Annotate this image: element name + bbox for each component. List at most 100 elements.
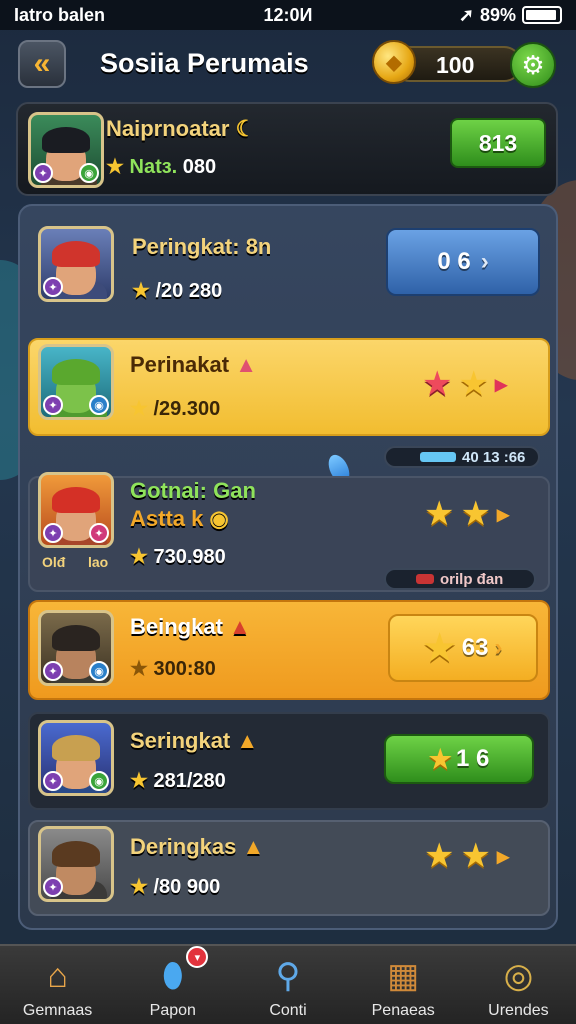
row-action-button[interactable]: 0 6 › — [386, 228, 540, 296]
battery-percent: 89% — [479, 4, 516, 25]
star-icon: ★ — [130, 546, 148, 568]
coin-icon: ◆ — [372, 40, 416, 84]
avatar: ✦ ◉ — [38, 610, 114, 686]
chevron-right-icon: › — [480, 248, 489, 275]
row-name: Deringkas ▲ — [130, 834, 264, 860]
element-badge-icon: ✦ — [89, 523, 109, 543]
row-score: ★ /20 280 — [132, 278, 222, 303]
status-indicators: ➚ 89% — [459, 5, 562, 26]
flame-icon: ▲ — [235, 352, 257, 377]
row-name-text: Beingkat — [130, 614, 223, 639]
star-icon: ★ — [460, 837, 491, 875]
class-badge-icon: ✦ — [43, 523, 63, 543]
star-icon: ★ — [460, 495, 491, 533]
location-icon: ➚ — [458, 4, 474, 25]
coin-value: 100 — [436, 52, 475, 78]
star-icon: ★ — [130, 398, 148, 420]
star-icon: ★ — [130, 658, 148, 680]
avatar: ✦ ◉ — [38, 344, 114, 420]
chevron-left-icon: « — [33, 47, 51, 80]
nav-item-conti[interactable]: ⚲ Conti — [230, 946, 345, 1024]
chevron-right-icon: ▸ — [494, 370, 508, 398]
chevron-coin-icon: ◎ — [503, 957, 534, 995]
nav-item-papon[interactable]: ⬮ ▾ Papon — [115, 946, 230, 1024]
progress-pill: 40 13 :66 — [384, 446, 540, 468]
class-badge-icon: ✦ — [33, 163, 53, 183]
row-score: ★ /29.300 — [130, 396, 220, 421]
class-badge-icon: ✦ — [43, 877, 63, 897]
progress-label: orilp đan — [440, 570, 504, 588]
row-score: ★ 300:80 — [130, 656, 216, 681]
row-action-button[interactable]: ★ 63 › — [388, 614, 538, 682]
player-name: Naiprnoatar ☾ — [106, 116, 255, 142]
star-icon: ★ — [130, 876, 148, 898]
row-score-value: 300:80 — [153, 658, 216, 680]
nav-label: Penaeas — [371, 1002, 435, 1019]
player-name-text: Naiprnoatar — [106, 116, 230, 141]
page-title: Sosiia Perumais — [100, 48, 309, 78]
avatar-tag-left: Olđ — [42, 554, 66, 570]
nav-item-penaeas[interactable]: ▦ Penaeas — [346, 946, 461, 1024]
player-stat-value: 080 — [182, 156, 217, 178]
header: « Sosiia Perumais ◆ 100 ⚙ — [0, 36, 576, 96]
flame-icon: ▲ — [229, 614, 251, 639]
player-score-button[interactable]: 813 — [450, 118, 546, 168]
progress-fill — [416, 574, 434, 584]
chevron-right-icon: › — [494, 634, 503, 661]
row-name: Peringkat: 8n — [132, 234, 272, 259]
row-action-button[interactable]: ★ 1 6 — [384, 734, 534, 784]
row-action-label: 0 6 — [437, 248, 471, 275]
bottom-nav: ⌂ Gemnaas ⬮ ▾ Papon ⚲ Conti ▦ Penaeas ◎ … — [0, 944, 576, 1024]
magnifier-icon: ⚲ — [275, 957, 301, 995]
row-name: Gotnai: Gan — [130, 478, 256, 503]
row-score-value: /20 280 — [155, 280, 223, 302]
progress-label: 40 13 :66 — [462, 448, 526, 466]
battery-icon — [522, 6, 562, 24]
row-action-label: 63 — [461, 634, 489, 661]
row-stars: ★ ★ ▸ — [424, 494, 509, 534]
avatar: ✦ — [38, 226, 114, 302]
back-button[interactable]: « — [18, 40, 66, 88]
row-subname: Astta k ◉ — [130, 506, 229, 532]
class-badge-icon: ✦ — [43, 771, 63, 791]
player-card[interactable]: ✦ ◉ Naiprnoatar ☾ ★ Natз. 080 813 — [16, 102, 558, 196]
nav-label: Gemnaas — [22, 1002, 93, 1019]
coin-icon: ◉ — [209, 506, 229, 531]
leaderboard-list[interactable]: ✦ Peringkat: 8n ★ /20 280 0 6 › ✦ ◉ Peri… — [18, 204, 558, 930]
row-stars: ★ ★ ▸ — [422, 364, 507, 404]
row-stars: ★ ★ ▸ — [424, 836, 509, 876]
row-score-value: 730.980 — [153, 546, 226, 568]
nav-item-urendes[interactable]: ◎ Urendes — [461, 946, 576, 1024]
row-name: Beingkat ▲ — [130, 614, 251, 640]
nav-label: Urendes — [488, 1002, 549, 1019]
star-icon: ★ — [423, 627, 456, 668]
player-stat-label: Natз. — [129, 156, 178, 178]
element-badge-icon: ◉ — [89, 395, 109, 415]
star-icon: ★ — [130, 770, 148, 792]
settings-button[interactable]: ⚙ — [510, 42, 556, 88]
star-icon: ★ — [428, 743, 452, 774]
flame-icon: ▲ — [236, 728, 259, 753]
player-stat: ★ Natз. 080 — [106, 154, 216, 179]
row-name: Seringkat ▲ — [130, 728, 258, 754]
nav-item-home[interactable]: ⌂ Gemnaas — [0, 946, 115, 1024]
star-icon: ★ — [424, 495, 455, 533]
class-badge-icon: ✦ — [43, 395, 63, 415]
flame-icon: ▲ — [242, 834, 265, 859]
star-icon: ★ — [132, 280, 150, 302]
list-item[interactable]: ✦ Peringkat: 8n ★ /20 280 0 6 › — [28, 212, 550, 324]
class-badge-icon: ✦ — [43, 661, 63, 681]
row-subname-text: Astta k — [130, 506, 204, 531]
progress-fill — [420, 452, 456, 462]
gear-icon: ⚙ — [521, 49, 545, 80]
row-name-text: Perinakat — [130, 352, 230, 377]
home-icon: ⌂ — [47, 956, 68, 995]
chevron-right-icon: ▸ — [496, 500, 510, 528]
crescent-icon: ☾ — [235, 116, 256, 141]
row-score-value: 281/280 — [153, 770, 226, 792]
avatar-tag-right: lao — [88, 554, 109, 570]
nav-label: Conti — [269, 1002, 307, 1019]
carrier-label: Iatro balen — [14, 4, 106, 25]
notification-badge: ▾ — [186, 946, 209, 968]
star-icon: ★ — [458, 365, 489, 403]
